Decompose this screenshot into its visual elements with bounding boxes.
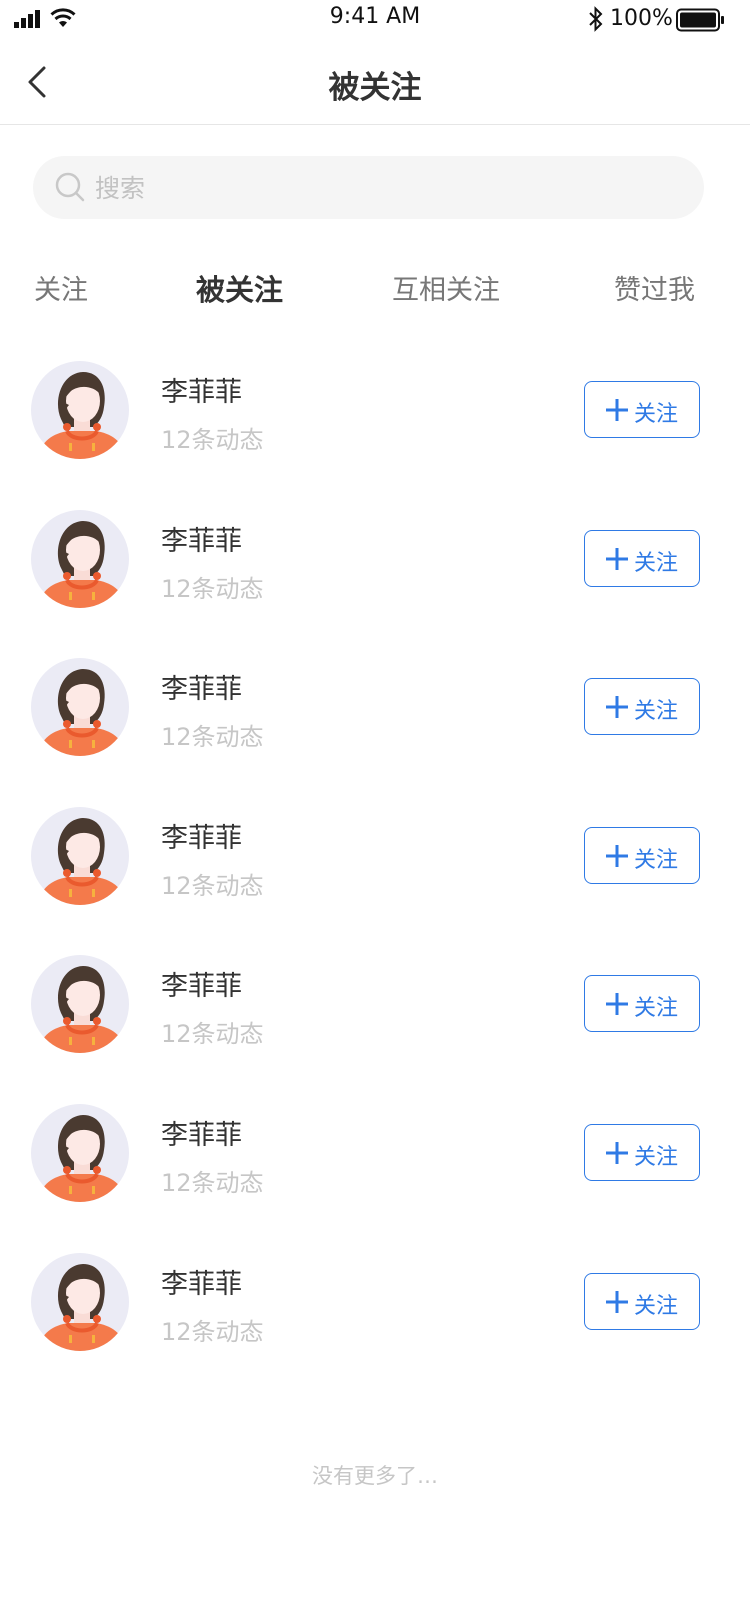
search-bar[interactable] — [33, 156, 704, 221]
plus-icon — [605, 398, 629, 426]
battery-percent: 100% — [610, 6, 673, 31]
list-item[interactable]: 李菲菲 12条动态 关注 — [0, 782, 750, 931]
tab-liked-me[interactable]: 赞过我 — [614, 268, 695, 307]
battery-icon — [676, 8, 726, 36]
post-count: 12条动态 — [161, 426, 264, 454]
user-name[interactable]: 李菲菲 — [161, 370, 242, 409]
plus-icon — [605, 992, 629, 1020]
follow-label: 关注 — [634, 550, 679, 576]
user-name[interactable]: 李菲菲 — [161, 667, 242, 706]
bluetooth-icon — [588, 6, 604, 36]
follow-label: 关注 — [634, 847, 679, 873]
search-input[interactable] — [93, 156, 677, 221]
follow-button[interactable]: 关注 — [584, 1123, 700, 1181]
follow-button[interactable]: 关注 — [584, 975, 700, 1033]
follow-button[interactable]: 关注 — [584, 678, 700, 736]
avatar[interactable] — [31, 1103, 129, 1202]
plus-icon — [605, 547, 629, 575]
plus-icon — [605, 695, 629, 723]
page-title: 被关注 — [328, 70, 422, 106]
user-name[interactable]: 李菲菲 — [161, 816, 242, 855]
user-name[interactable]: 李菲菲 — [161, 519, 242, 558]
follow-button[interactable]: 关注 — [584, 1272, 700, 1330]
follower-list: 李菲菲 12条动态 关注 李菲菲 12条动态 关注 李菲菲 12条动态 关注 李… — [0, 336, 750, 1376]
post-count: 12条动态 — [161, 574, 264, 603]
avatar[interactable] — [31, 509, 129, 608]
avatar[interactable] — [31, 658, 129, 757]
post-count: 12条动态 — [161, 871, 264, 900]
follow-label: 关注 — [634, 996, 679, 1022]
tab-following[interactable]: 关注 — [34, 268, 88, 307]
status-bar: 9:41 AM 100% — [0, 0, 750, 40]
post-count: 12条动态 — [161, 1317, 264, 1346]
follow-button[interactable]: 关注 — [584, 826, 700, 884]
plus-icon — [605, 1290, 629, 1318]
follow-label: 关注 — [634, 402, 679, 427]
list-item[interactable]: 李菲菲 12条动态 关注 — [0, 633, 750, 782]
search-icon — [55, 172, 85, 206]
follow-label: 关注 — [634, 1293, 679, 1319]
list-item[interactable]: 李菲菲 12条动态 关注 — [0, 336, 750, 485]
avatar[interactable] — [31, 361, 129, 459]
follow-button[interactable]: 关注 — [584, 381, 700, 438]
no-more-text: 没有更多了… — [312, 1464, 438, 1488]
tab-mutual[interactable]: 互相关注 — [392, 268, 500, 307]
tab-followers[interactable]: 被关注 — [196, 267, 283, 309]
plus-icon — [605, 844, 629, 872]
follow-label: 关注 — [634, 699, 679, 725]
avatar[interactable] — [31, 1252, 129, 1351]
follow-label: 关注 — [634, 1144, 679, 1170]
user-name[interactable]: 李菲菲 — [161, 1113, 242, 1152]
list-item[interactable]: 李菲菲 12条动态 关注 — [0, 485, 750, 634]
list-item[interactable]: 李菲菲 12条动态 关注 — [0, 1228, 750, 1377]
list-item[interactable]: 李菲菲 12条动态 关注 — [0, 1079, 750, 1228]
avatar[interactable] — [31, 806, 129, 905]
post-count: 12条动态 — [161, 1020, 264, 1049]
avatar[interactable] — [31, 955, 129, 1054]
user-name[interactable]: 李菲菲 — [161, 1262, 242, 1301]
post-count: 12条动态 — [161, 723, 264, 752]
post-count: 12条动态 — [161, 1168, 264, 1197]
plus-icon — [605, 1141, 629, 1169]
user-name[interactable]: 李菲菲 — [161, 964, 242, 1003]
follow-button[interactable]: 关注 — [584, 529, 700, 587]
list-item[interactable]: 李菲菲 12条动态 关注 — [0, 930, 750, 1079]
tab-bar: 关注 被关注 互相关注 赞过我 — [0, 268, 750, 312]
nav-bar: 被关注 — [0, 40, 750, 125]
